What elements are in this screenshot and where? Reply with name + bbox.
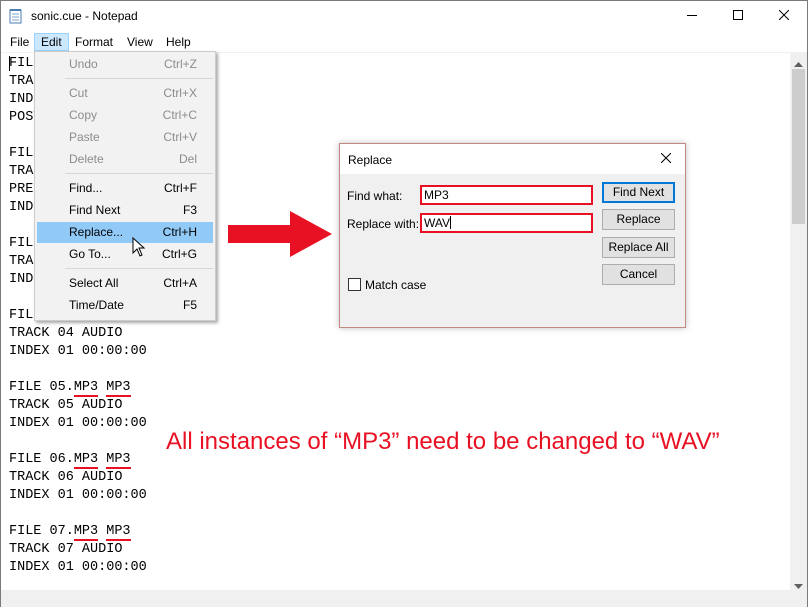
editor-line-file-07: FILE 07.MP3 MP3 <box>9 523 131 541</box>
match-case-label[interactable]: Match case <box>365 278 426 292</box>
editor-line: INDEX 01 00:00:00 <box>9 488 147 503</box>
editor-line-file-06: FILE 06.MP3 MP3 <box>9 451 131 469</box>
editor-line: INDEX 01 00:00:00 <box>9 344 147 359</box>
menu-separator <box>65 268 213 269</box>
annotation-text: All instances of “MP3” need to be change… <box>166 428 720 455</box>
window-title: sonic.cue - Notepad <box>31 9 138 23</box>
minimize-icon <box>687 9 697 23</box>
title-bar[interactable]: sonic.cue - Notepad <box>1 1 807 31</box>
dialog-title: Replace <box>348 153 393 167</box>
find-what-label: Find what: <box>347 189 403 203</box>
menu-view[interactable]: View <box>120 33 160 51</box>
editor-line: INDEX 01 00:00:00 <box>9 560 147 575</box>
maximize-button[interactable] <box>715 1 761 31</box>
maximize-icon <box>733 9 743 23</box>
notepad-window: sonic.cue - Notepad File Edit Format Vie… <box>0 0 808 607</box>
menu-edit[interactable]: Edit <box>34 33 69 51</box>
dialog-title-bar[interactable]: Replace <box>340 144 685 174</box>
replace-with-value: WAV <box>424 216 450 230</box>
misspelled-extension: MP3 <box>73 452 99 469</box>
file-prefix: FILE 06. <box>9 452 74 467</box>
edit-menu-dropdown: Undo Ctrl+Z Cut Ctrl+X Copy Ctrl+C Paste Ctr… <box>34 51 216 321</box>
menu-separator <box>65 173 213 174</box>
file-prefix: FILE 05. <box>9 380 74 395</box>
match-case-checkbox[interactable] <box>348 278 361 291</box>
dialog-close-button[interactable] <box>656 149 676 169</box>
menu-item-find-next[interactable]: Find Next F3 <box>37 200 213 221</box>
file-prefix: FILE 07. <box>9 524 74 539</box>
replace-with-input[interactable]: WAV <box>420 213 593 233</box>
misspelled-extension: MP3 <box>73 524 99 541</box>
menu-item-copy[interactable]: Copy Ctrl+C <box>37 105 213 126</box>
editor-line: TRACK 04 AUDIO <box>9 326 123 341</box>
find-next-button[interactable]: Find Next <box>602 182 675 203</box>
menu-format[interactable]: Format <box>68 33 120 51</box>
menu-item-cut[interactable]: Cut Ctrl+X <box>37 83 213 104</box>
misspelled-format: MP3 <box>106 380 131 397</box>
editor-line-file-05: FILE 05.MP3 MP3 <box>9 379 131 397</box>
close-icon <box>778 9 790 23</box>
find-what-value: MP3 <box>424 188 449 202</box>
cancel-button[interactable]: Cancel <box>602 264 675 285</box>
minimize-button[interactable] <box>669 1 715 31</box>
menu-bar: File Edit Format View Help <box>1 31 807 51</box>
notepad-icon <box>9 8 23 24</box>
vertical-scrollbar[interactable] <box>790 52 807 590</box>
menu-separator <box>65 78 213 79</box>
size-grip[interactable] <box>790 590 807 607</box>
menu-file[interactable]: File <box>3 33 36 51</box>
menu-item-undo[interactable]: Undo Ctrl+Z <box>37 54 213 75</box>
menu-item-find[interactable]: Find... Ctrl+F <box>37 178 213 199</box>
horizontal-scrollbar[interactable] <box>1 590 790 607</box>
text-caret <box>450 216 451 229</box>
menu-item-time-date[interactable]: Time/Date F5 <box>37 295 213 316</box>
menu-help[interactable]: Help <box>159 33 198 51</box>
menu-item-paste[interactable]: Paste Ctrl+V <box>37 127 213 148</box>
red-arrow-icon <box>228 211 332 257</box>
replace-dialog: Replace Find what: MP3 Replace with: WAV… <box>339 143 686 328</box>
editor-line: INDEX 01 00:00:00 <box>9 416 147 431</box>
menu-item-go-to[interactable]: Go To... Ctrl+G <box>37 244 213 265</box>
replace-with-label: Replace with: <box>347 217 420 231</box>
menu-item-replace[interactable]: Replace... Ctrl+H <box>37 222 213 243</box>
vertical-scroll-thumb[interactable] <box>792 69 805 224</box>
find-what-input[interactable]: MP3 <box>420 185 593 205</box>
editor-line: TRACK 06 AUDIO <box>9 470 123 485</box>
mouse-pointer-icon <box>132 236 146 257</box>
misspelled-format: MP3 <box>106 452 131 469</box>
replace-all-button[interactable]: Replace All <box>602 237 675 258</box>
menu-item-select-all[interactable]: Select All Ctrl+A <box>37 273 213 294</box>
misspelled-format: MP3 <box>106 524 131 541</box>
menu-item-delete[interactable]: Delete Del <box>37 149 213 170</box>
replace-button[interactable]: Replace <box>602 209 675 230</box>
misspelled-extension: MP3 <box>73 380 99 397</box>
close-icon <box>660 152 672 166</box>
editor-line: TRACK 05 AUDIO <box>9 398 123 413</box>
editor-line: TRACK 07 AUDIO <box>9 542 123 557</box>
close-button[interactable] <box>761 1 807 31</box>
